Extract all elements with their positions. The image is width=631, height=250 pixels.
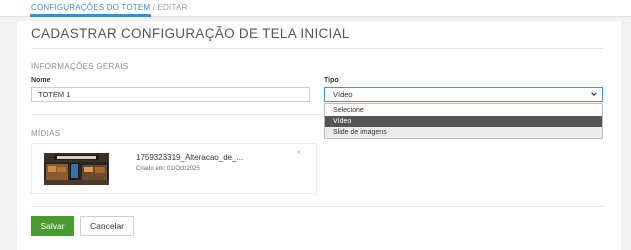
- top-navigation-bar: CONFIGURAÇÕES DO TOTEM / EDITAR: [0, 0, 631, 17]
- media-thumbnail: [44, 153, 109, 185]
- page-title: CADASTRAR CONFIGURAÇÃO DE TELA INICIAL: [31, 26, 350, 41]
- breadcrumb-totem-settings[interactable]: CONFIGURAÇÕES DO TOTEM: [31, 3, 150, 12]
- type-select-value: Vídeo: [333, 90, 353, 99]
- type-dropdown-list: Selecione Vídeo Slide de imagens: [324, 103, 603, 139]
- type-option-selecione[interactable]: Selecione: [325, 105, 602, 116]
- cancel-button[interactable]: Cancelar: [80, 216, 134, 236]
- general-info-section-title: INFORMAÇÕES GERAIS: [31, 62, 129, 71]
- type-option-slide-de-imagens[interactable]: Slide de imagens: [325, 127, 602, 138]
- name-input[interactable]: [31, 87, 310, 102]
- breadcrumb: CONFIGURAÇÕES DO TOTEM / EDITAR: [31, 3, 187, 12]
- media-created-date: Criado em: 01/Oct/2025: [136, 166, 200, 172]
- breadcrumb-current: EDITAR: [157, 3, 188, 12]
- title-divider: [31, 48, 603, 49]
- section-divider: [31, 114, 322, 115]
- chevron-down-icon: [591, 92, 597, 96]
- type-option-video[interactable]: Vídeo: [325, 116, 602, 127]
- type-label: Tipo: [324, 77, 339, 84]
- media-file-name: 1759323319_Alteracao_de_...: [136, 153, 244, 162]
- type-select[interactable]: Vídeo: [324, 87, 603, 102]
- media-section-title: MÍDIAS: [31, 129, 61, 138]
- actions-divider: [31, 206, 603, 207]
- name-label: Nome: [31, 77, 51, 84]
- save-button[interactable]: Salvar: [31, 216, 74, 236]
- media-thumbnail-image: [44, 153, 109, 185]
- active-tab-indicator: [30, 14, 151, 17]
- breadcrumb-separator: /: [150, 3, 158, 12]
- close-icon[interactable]: ×: [296, 147, 301, 157]
